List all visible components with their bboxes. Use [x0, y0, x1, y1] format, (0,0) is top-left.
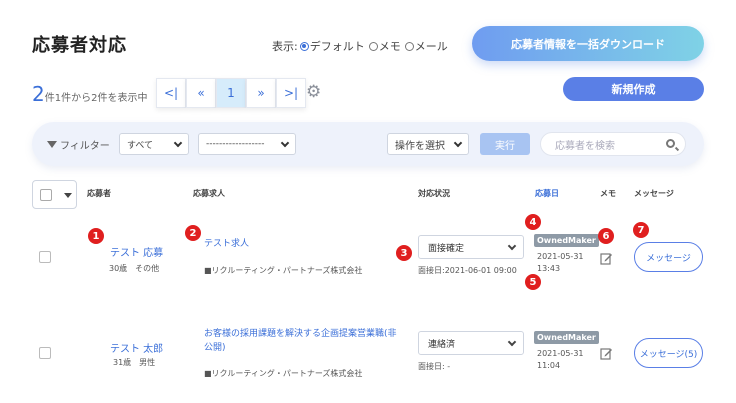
applicant-name-link[interactable]: テスト 応募: [110, 244, 163, 259]
applicant-info: 31歳 男性: [113, 358, 156, 367]
marker-7: 7: [633, 222, 649, 238]
chevron-down-icon: [507, 337, 517, 347]
last-page-button[interactable]: >|: [276, 78, 306, 108]
filter-second-select[interactable]: ------------------: [198, 133, 296, 155]
filter-bar: フィルター すべて ------------------ 操作を選択 実行 応募…: [32, 122, 704, 166]
funnel-icon: [47, 141, 57, 148]
memo-edit-icon[interactable]: [600, 252, 613, 265]
chevron-down-icon: [280, 138, 290, 148]
display-radio-default[interactable]: デフォルト: [299, 38, 365, 54]
new-create-button[interactable]: 新規作成: [563, 77, 704, 101]
prev-page-button[interactable]: «: [186, 78, 216, 108]
page-title: 応募者対応: [32, 35, 127, 56]
marker-3: 3: [396, 245, 412, 261]
source-badge: OwnedMaker: [534, 234, 599, 247]
display-mode-options: 表示: デフォルト メモ メール: [272, 38, 450, 54]
applied-time: 11:04: [537, 361, 561, 370]
applicant-name-link[interactable]: テスト 太郎: [110, 340, 163, 355]
message-button[interactable]: メッセージ(5): [634, 338, 703, 368]
applied-date: 2021-05-31: [537, 252, 584, 261]
marker-4: 4: [525, 214, 541, 230]
source-badge: OwnedMaker: [534, 331, 599, 344]
radio-selected-icon: [299, 41, 309, 51]
bulk-download-button[interactable]: 応募者情報を一括ダウンロード: [472, 26, 704, 61]
status-select[interactable]: 面接確定: [418, 235, 524, 259]
memo-edit-icon[interactable]: [600, 347, 613, 360]
applied-date: 2021-05-31: [537, 349, 584, 358]
result-count-number: 2: [32, 82, 45, 106]
chevron-down-icon: [453, 138, 463, 148]
column-header-memo: メモ: [600, 189, 616, 198]
marker-2: 2: [185, 225, 201, 241]
row-checkbox[interactable]: [39, 347, 51, 359]
caret-down-icon[interactable]: [64, 193, 72, 198]
message-button[interactable]: メッセージ: [634, 242, 703, 272]
company-name: ■リクルーティング・パートナーズ株式会社: [204, 266, 363, 275]
execute-button[interactable]: 実行: [480, 133, 530, 155]
first-page-button[interactable]: <|: [156, 78, 186, 108]
interview-date: 面接日: -: [418, 362, 451, 371]
display-radio-mail[interactable]: メール: [404, 38, 448, 54]
pagination: <| « 1 » >|: [156, 78, 306, 108]
column-header-job[interactable]: 応募求人: [193, 188, 225, 199]
column-header-status[interactable]: 対応状況: [418, 188, 450, 199]
marker-6: 6: [598, 228, 614, 244]
applicant-info: 30歳 その他: [109, 264, 160, 273]
company-name: ■リクルーティング・パートナーズ株式会社: [204, 369, 363, 378]
column-header-applicant[interactable]: 応募者: [87, 188, 111, 199]
next-page-button[interactable]: »: [246, 78, 276, 108]
filter-scope-select[interactable]: すべて: [119, 133, 189, 155]
chevron-down-icon: [173, 138, 183, 148]
select-all-checkbox[interactable]: [40, 189, 52, 201]
bulk-action-select[interactable]: 操作を選択: [387, 133, 469, 155]
column-header-date[interactable]: 応募日: [535, 188, 559, 199]
result-count: 2件1件から2件を表示中: [32, 82, 147, 106]
display-radio-memo[interactable]: メモ: [368, 38, 401, 54]
filter-label: フィルター: [47, 137, 110, 152]
interview-date: 面接日:2021-06-01 09:00: [418, 266, 517, 275]
chevron-down-icon: [507, 241, 517, 251]
applicant-search-input[interactable]: 応募者を検索: [540, 132, 686, 156]
marker-1: 1: [88, 228, 104, 244]
job-link[interactable]: テスト求人: [204, 237, 404, 251]
search-icon[interactable]: [666, 139, 675, 148]
job-link[interactable]: お客様の採用課題を解決する企画提案営業職(非公開): [204, 327, 404, 355]
current-page-button[interactable]: 1: [216, 78, 246, 108]
radio-icon: [404, 41, 414, 51]
column-header-message: メッセージ: [634, 189, 674, 198]
select-all-dropdown[interactable]: [32, 180, 77, 209]
display-label: 表示:: [272, 40, 298, 53]
result-count-text: 件1件から2件を表示中: [44, 93, 148, 104]
applied-time: 13:43: [537, 264, 561, 273]
gear-icon[interactable]: ⚙: [306, 83, 324, 101]
radio-icon: [368, 41, 378, 51]
status-select[interactable]: 連絡済: [418, 331, 524, 355]
marker-5: 5: [525, 274, 541, 290]
row-checkbox[interactable]: [39, 251, 51, 263]
